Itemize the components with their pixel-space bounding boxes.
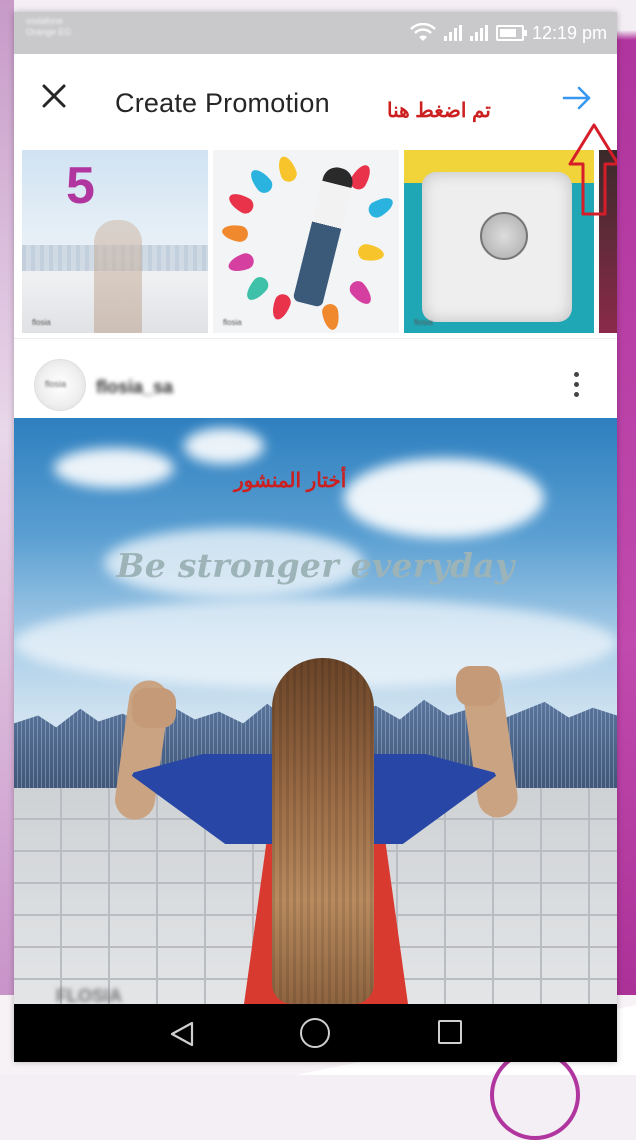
close-icon[interactable] (36, 78, 72, 114)
thumbnail-post-2[interactable]: flosia (213, 150, 399, 333)
post-watermark: FLOSIA (56, 986, 122, 1004)
thumb-jumping-woman (292, 164, 356, 308)
thumb-watermark: flosia (414, 318, 433, 327)
paint-drop (346, 277, 376, 309)
next-arrow-icon[interactable] (559, 80, 595, 116)
carrier-line-2: Orange EG (26, 27, 72, 37)
thumb-watermark: flosia (223, 318, 242, 327)
cloud (54, 448, 174, 488)
annotation-select-hint: أختار المنشور (234, 470, 347, 492)
paint-drop (269, 292, 293, 322)
paint-drop (225, 189, 257, 217)
paint-drop (365, 193, 397, 221)
thumbnail-post-3[interactable]: flosia (404, 150, 594, 333)
signal-icon-2 (469, 25, 488, 41)
clock: 12:19 pm (531, 22, 607, 43)
thumbnail-selected-post[interactable]: 5 flosia (22, 150, 208, 333)
status-bar: vodafone Orange EG 12:19 pm (14, 12, 617, 54)
more-options-icon[interactable] (564, 372, 588, 408)
paint-drop (242, 273, 272, 305)
step-number: 5 (66, 157, 95, 215)
post-image-text: Be stronger everyday (116, 546, 515, 585)
post-username[interactable]: flosia_sa (96, 377, 173, 398)
post-header: flosia flosia_sa (14, 338, 617, 419)
post-thumbnails-strip: 5 flosia flosia flosia (14, 140, 617, 338)
paint-drop (320, 302, 342, 332)
phone-screen: vodafone Orange EG 12:19 pm Create Promo… (14, 12, 617, 1062)
left-fist (132, 688, 176, 728)
right-fist (456, 666, 500, 706)
paint-drop (275, 154, 299, 184)
avatar-logo-text: flosia (45, 379, 67, 389)
selected-post-image: Be stronger everyday أختار المنشور FLOSI… (14, 418, 617, 1004)
back-triangle-icon[interactable] (168, 1020, 196, 1048)
annotation-up-arrow-icon (568, 123, 617, 216)
annotation-next-hint: تم اضغط هنا (387, 100, 491, 122)
status-icons: 12:19 pm (410, 20, 607, 46)
carrier-info: vodafone Orange EG (26, 16, 72, 38)
signal-icon (443, 25, 462, 41)
long-hair (272, 658, 374, 1004)
paint-drop (226, 251, 256, 275)
cloud (184, 428, 264, 464)
selection-overlay (22, 150, 208, 333)
page-frame-left (0, 0, 14, 1075)
paint-drop (220, 222, 250, 244)
thumb-watermark: flosia (32, 318, 51, 327)
system-nav-bar (14, 1004, 617, 1062)
battery-icon (495, 25, 527, 41)
paint-drop (246, 165, 276, 197)
cloud (344, 458, 544, 538)
page-frame-right (614, 0, 636, 1075)
home-circle-icon[interactable] (300, 1018, 330, 1048)
thumb-globe-print (480, 212, 528, 260)
wifi-icon (410, 23, 436, 41)
app-bar: Create Promotion تم اضغط هنا (14, 54, 617, 141)
recent-apps-icon[interactable] (438, 1020, 462, 1044)
decorative-circle (490, 1050, 580, 1140)
paint-drop (356, 242, 386, 264)
avatar[interactable]: flosia (34, 359, 86, 411)
page-title: Create Promotion (115, 88, 330, 118)
carrier-line-1: vodafone (26, 16, 64, 26)
